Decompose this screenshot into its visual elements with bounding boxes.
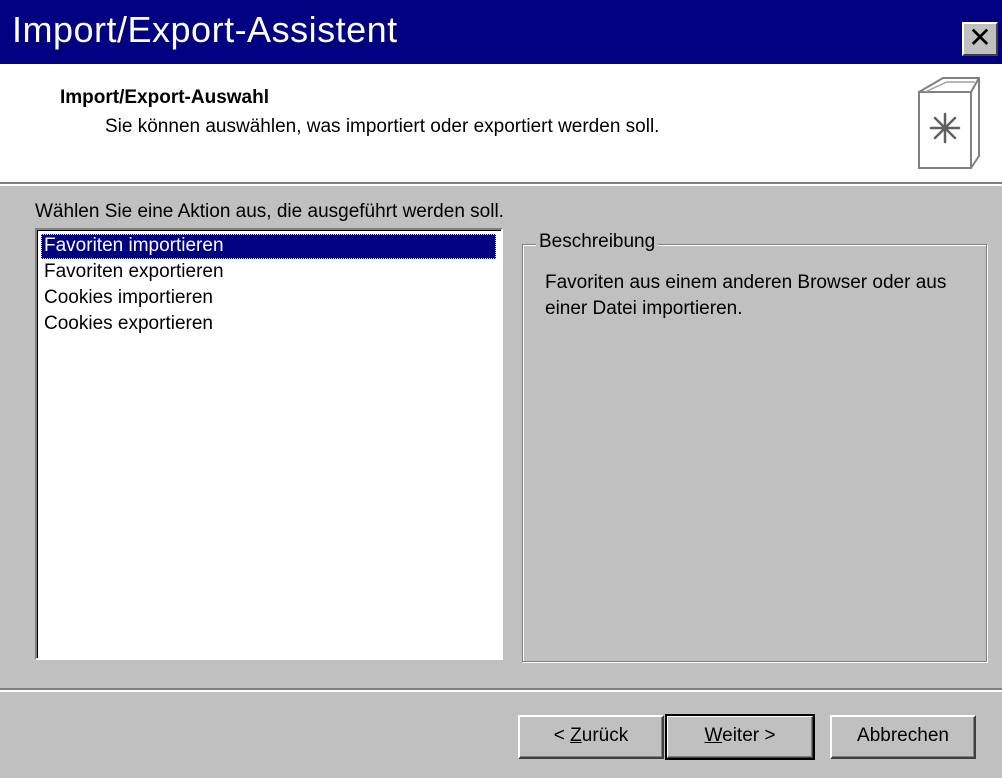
back-button[interactable]: < Zurück [518,715,664,759]
list-item-cookies-importieren[interactable]: Cookies importieren [41,286,216,311]
next-button[interactable]: Weiter > [665,714,815,760]
window-title: Import/Export-Assistent [12,9,398,50]
wizard-book-icon [918,77,980,169]
import-export-wizard-window: Import/Export-Assistent ✕ Import/Export-… [0,0,1002,778]
close-icon: ✕ [968,22,992,53]
action-prompt: Wählen Sie eine Aktion aus, die ausgefüh… [35,201,504,222]
list-item-cookies-exportieren[interactable]: Cookies exportieren [41,312,216,337]
list-item-favoriten-exportieren[interactable]: Favoriten exportieren [41,260,227,285]
list-item-favoriten-importieren[interactable]: Favoriten importieren [41,234,496,259]
next-button-mnemonic: W [704,725,723,746]
back-button-prefix: < [553,725,571,746]
page-heading: Import/Export-Auswahl [60,87,270,108]
back-button-mnemonic: Z [570,725,582,746]
wizard-header: Import/Export-Auswahl Sie können auswähl… [0,64,1002,182]
cancel-button-label: Abbrechen [857,725,949,746]
description-legend: Beschreibung [536,231,659,253]
footer-separator [0,688,1002,692]
title-bar[interactable]: Import/Export-Assistent ✕ [0,0,1002,64]
description-text: Favoriten aus einem anderen Browser oder… [545,272,947,319]
header-separator [0,182,1002,186]
next-button-label: eiter > [722,725,776,746]
cancel-button[interactable]: Abbrechen [830,715,976,759]
page-subheading: Sie können auswählen, was importiert ode… [105,116,660,137]
action-listbox[interactable]: Favoriten importieren Favoriten exportie… [35,228,503,660]
close-button[interactable]: ✕ [962,22,998,56]
back-button-label: urück [581,725,629,746]
